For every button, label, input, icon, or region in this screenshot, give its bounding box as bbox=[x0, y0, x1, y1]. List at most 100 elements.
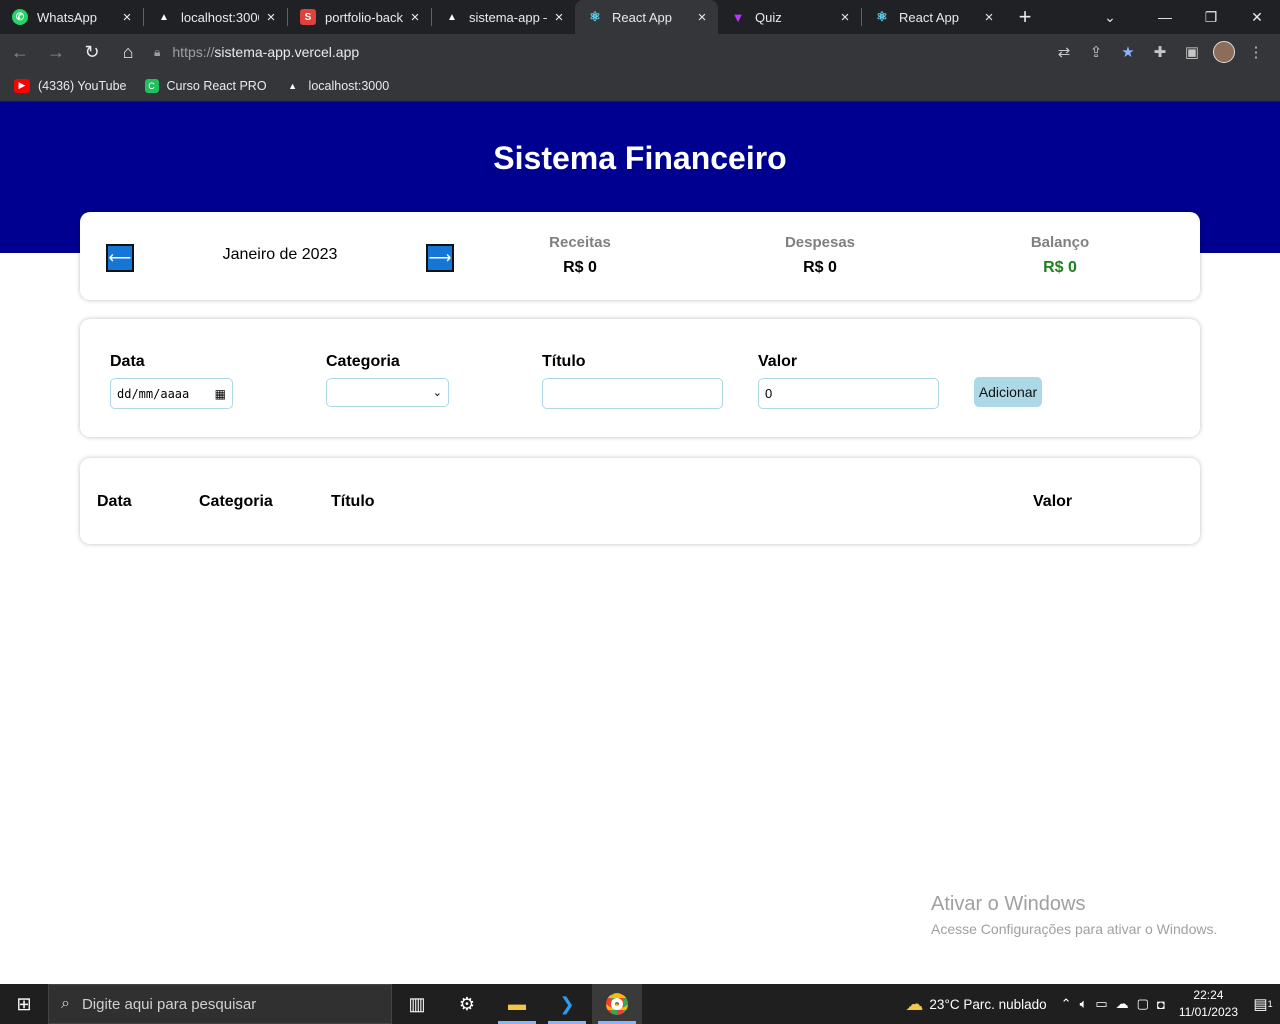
date-input[interactable]: dd/mm/aaaa ▦ bbox=[110, 378, 233, 409]
page-content: Sistema Financeiro ⟵ Janeiro de 2023 ⟶ R… bbox=[0, 102, 1280, 983]
browser-toolbar: ← → ↻ ⌂ 🔒︎ https://sistema-app.vercel.ap… bbox=[0, 34, 1280, 70]
menu-kebab-icon[interactable]: ⋮ bbox=[1242, 38, 1270, 66]
date-field: Data dd/mm/aaaa ▦ bbox=[110, 353, 233, 409]
network-icon[interactable]: ▭ bbox=[1095, 996, 1107, 1012]
close-icon[interactable]: × bbox=[694, 9, 710, 26]
webcam-icon[interactable]: ◘ bbox=[1157, 997, 1165, 1012]
tab-whatsapp[interactable]: ✆ WhatsApp × bbox=[0, 0, 143, 34]
extensions-icon[interactable]: ✚ bbox=[1146, 38, 1174, 66]
home-icon[interactable]: ⌂ bbox=[112, 36, 144, 68]
tab-sistema-app[interactable]: ▲ sistema-app – × bbox=[432, 0, 575, 34]
file-explorer-icon[interactable]: ▬ bbox=[492, 984, 542, 1024]
clock[interactable]: 22:24 11/01/2023 bbox=[1179, 987, 1238, 1021]
close-icon[interactable]: × bbox=[981, 9, 997, 26]
tab-react-app[interactable]: ⚛ React App × bbox=[862, 0, 1005, 34]
notification-icon[interactable]: ▤ 1 bbox=[1246, 984, 1280, 1024]
close-icon[interactable]: × bbox=[407, 9, 423, 26]
meet-icon[interactable]: ▢ bbox=[1137, 996, 1149, 1012]
vercel-icon: ▲ bbox=[447, 11, 457, 23]
address-bar[interactable]: 🔒︎ https://sistema-app.vercel.app bbox=[154, 38, 1044, 66]
back-icon[interactable]: ← bbox=[4, 36, 36, 68]
vscode-icon[interactable]: ❯ bbox=[542, 984, 592, 1024]
bookmark-youtube[interactable]: ▶ (4336) YouTube bbox=[14, 78, 127, 93]
weather-text[interactable]: 23°C Parc. nublado bbox=[929, 997, 1046, 1012]
tab-react-app-active[interactable]: ⚛ React App × bbox=[575, 0, 718, 34]
restore-icon[interactable]: ❐ bbox=[1188, 0, 1234, 34]
tab-portfolio-backend[interactable]: S portfolio-backe × bbox=[288, 0, 431, 34]
side-panel-icon[interactable]: ▣ bbox=[1178, 38, 1206, 66]
taskbar: ⊞ ⌕ Digite aqui para pesquisar ▥ ⚙ ▬ ❯ ☁… bbox=[0, 984, 1280, 1024]
task-view-icon[interactable]: ▥ bbox=[392, 984, 442, 1024]
translate-icon[interactable]: ⇄ bbox=[1050, 38, 1078, 66]
category-select[interactable]: ⌄ bbox=[326, 378, 449, 407]
tab-title: portfolio-backe bbox=[325, 9, 403, 25]
stat-value: R$ 0 bbox=[803, 259, 837, 276]
table-header-titulo: Título bbox=[331, 493, 375, 510]
notification-glyph: ▤ bbox=[1253, 996, 1268, 1013]
close-window-icon[interactable]: ✕ bbox=[1234, 0, 1280, 34]
tab-title: localhost:3000 bbox=[181, 9, 259, 25]
title-input[interactable] bbox=[542, 378, 723, 409]
url-scheme: https:// bbox=[172, 44, 215, 60]
window-controls: ⌄ — ❐ ✕ bbox=[1088, 0, 1280, 34]
onedrive-icon[interactable]: ☁ bbox=[1116, 996, 1129, 1012]
speaker-icon[interactable]: 🔈︎ bbox=[1080, 996, 1088, 1012]
tab-title: sistema-app – bbox=[469, 9, 547, 25]
clock-time: 22:24 bbox=[1193, 988, 1224, 1002]
profile-avatar[interactable] bbox=[1210, 38, 1238, 66]
table-header-data: Data bbox=[97, 493, 132, 510]
taskbar-search[interactable]: ⌕ Digite aqui para pesquisar bbox=[48, 984, 392, 1024]
close-icon[interactable]: × bbox=[263, 9, 279, 26]
field-label: Título bbox=[542, 353, 586, 370]
close-icon[interactable]: × bbox=[837, 9, 853, 26]
search-placeholder: Digite aqui para pesquisar bbox=[81, 995, 257, 1013]
value-field: Valor 0 bbox=[758, 353, 939, 409]
minimize-icon[interactable]: — bbox=[1142, 0, 1188, 34]
share-icon[interactable]: ⇪ bbox=[1082, 38, 1110, 66]
close-icon[interactable]: × bbox=[551, 9, 567, 26]
stat-receitas: Receitas R$ 0 bbox=[500, 234, 660, 277]
tab-quiz[interactable]: ▼ Quiz × bbox=[718, 0, 861, 34]
course-icon: C bbox=[144, 78, 159, 93]
prev-month-button[interactable]: ⟵ bbox=[106, 244, 134, 272]
lock-icon[interactable]: 🔒︎ bbox=[154, 45, 160, 60]
forward-icon[interactable]: → bbox=[40, 36, 72, 68]
tab-search-icon[interactable]: ⌄ bbox=[1088, 0, 1132, 34]
tab-title: React App bbox=[612, 9, 672, 25]
vite-icon: ▼ bbox=[731, 9, 745, 25]
chevron-up-icon[interactable]: ⌃ bbox=[1061, 996, 1072, 1012]
bookmark-label: (4336) YouTube bbox=[38, 78, 127, 93]
field-label: Data bbox=[110, 353, 145, 370]
tab-localhost[interactable]: ▲ localhost:3000 × bbox=[144, 0, 287, 34]
new-tab-button[interactable]: + bbox=[1005, 0, 1045, 34]
bookmark-star-icon[interactable]: ★ bbox=[1114, 38, 1142, 66]
bookmark-curso-react[interactable]: C Curso React PRO bbox=[144, 78, 267, 93]
chevron-down-icon: ⌄ bbox=[432, 387, 442, 399]
value-value: 0 bbox=[765, 386, 773, 401]
vercel-icon: ▲ bbox=[288, 80, 297, 91]
stat-title: Balanço bbox=[1030, 234, 1090, 251]
clock-date: 11/01/2023 bbox=[1178, 1005, 1238, 1019]
close-icon[interactable]: × bbox=[119, 9, 135, 26]
arrow-right-icon: ⟶ bbox=[428, 250, 452, 267]
next-month-button[interactable]: ⟶ bbox=[426, 244, 454, 272]
value-input[interactable]: 0 bbox=[758, 378, 939, 409]
notification-count: 1 bbox=[1267, 999, 1273, 1009]
chrome-icon[interactable] bbox=[592, 984, 642, 1024]
bookmark-localhost[interactable]: ▲ localhost:3000 bbox=[285, 79, 389, 93]
reload-icon[interactable]: ↻ bbox=[76, 36, 108, 68]
watermark-subtitle: Acesse Configurações para ativar o Windo… bbox=[931, 921, 1218, 937]
calendar-icon[interactable]: ▦ bbox=[215, 387, 226, 401]
tab-title: WhatsApp bbox=[37, 9, 97, 25]
stat-value: R$ 0 bbox=[563, 259, 597, 276]
toolbar-actions: ⇄ ⇪ ★ ✚ ▣ ⋮ bbox=[1050, 34, 1270, 70]
tab-strip: ✆ WhatsApp × ▲ localhost:3000 × S portfo… bbox=[0, 0, 1280, 34]
windows-start-icon[interactable]: ⊞ bbox=[0, 984, 48, 1024]
search-icon: ⌕ bbox=[61, 995, 70, 1012]
add-button[interactable]: Adicionar bbox=[974, 377, 1042, 407]
settings-gear-icon[interactable]: ⚙ bbox=[442, 984, 492, 1024]
weather-icon[interactable]: ☁ bbox=[905, 994, 923, 1015]
arrow-left-icon: ⟵ bbox=[108, 250, 132, 267]
stat-title: Despesas bbox=[784, 234, 856, 251]
input-area: Data dd/mm/aaaa ▦ Categoria ⌄ Título Val… bbox=[80, 319, 1200, 437]
